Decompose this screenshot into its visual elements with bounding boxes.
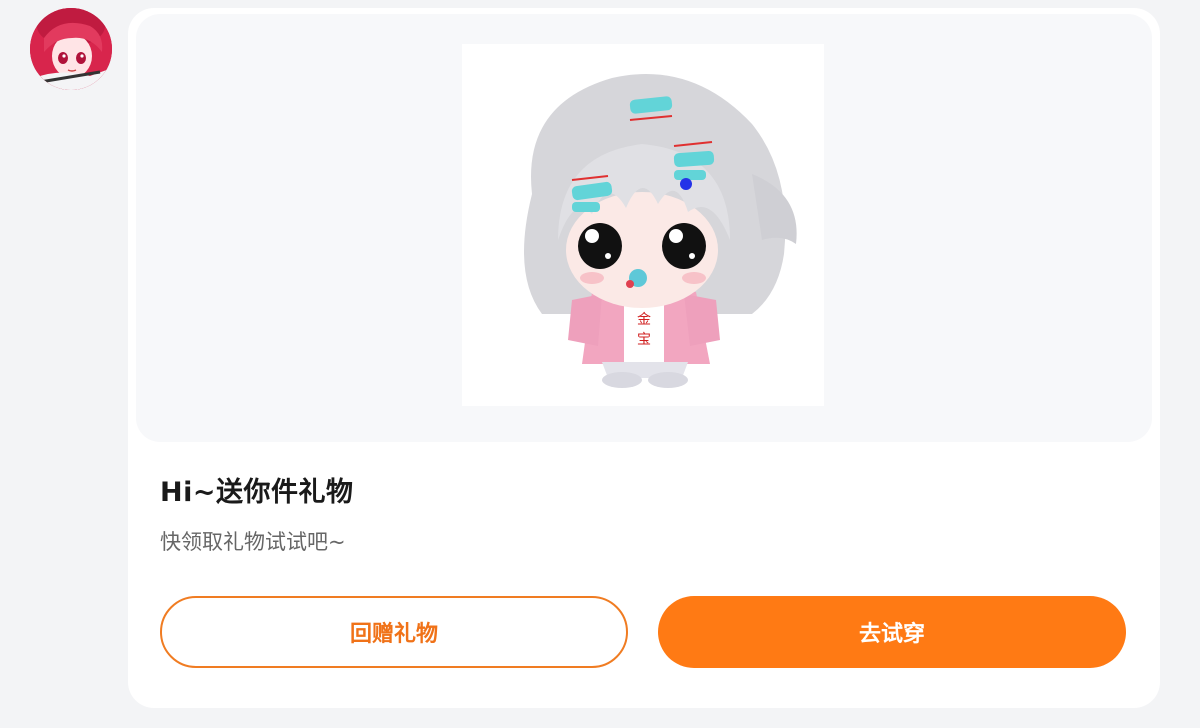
gift-preview-area: 金 宝: [136, 14, 1152, 442]
return-gift-button[interactable]: 回赠礼物: [160, 596, 628, 668]
gift-card: 金 宝 Hi~送你件礼物 快领取礼物试试吧~ 回赠礼物 去试穿: [128, 8, 1160, 708]
gift-outfit-image: 金 宝: [462, 44, 824, 406]
anime-girl-avatar-icon: [30, 8, 112, 90]
svg-text:宝: 宝: [637, 332, 651, 348]
chibi-avatar-outfit-image-icon: 金 宝: [524, 74, 797, 388]
try-on-button[interactable]: 去试穿: [658, 596, 1126, 668]
gift-card-subtitle: 快领取礼物试试吧~: [160, 530, 346, 554]
svg-text:金: 金: [637, 312, 651, 328]
sender-avatar[interactable]: [30, 8, 112, 90]
gift-card-title: Hi~送你件礼物: [160, 477, 354, 508]
